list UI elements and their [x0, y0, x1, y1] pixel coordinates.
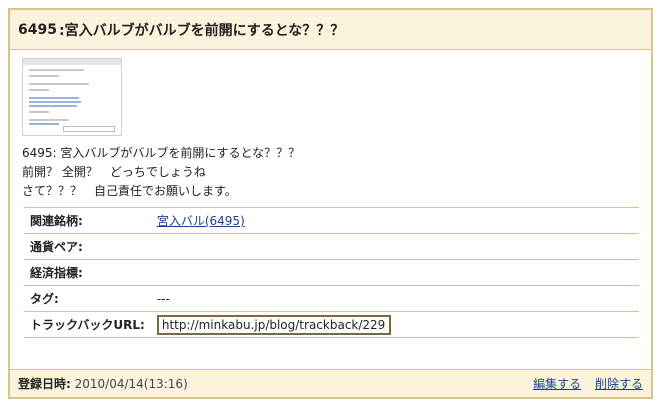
tags-label: タグ:	[24, 285, 151, 312]
content-line: 6495: 宮入バルブがバルブを前開にするとな？？？	[22, 146, 301, 160]
delete-link[interactable]: 削除する	[595, 377, 643, 391]
trackback-url-field[interactable]	[156, 314, 391, 335]
entry-body: 6495: 宮入バルブがバルブを前開にするとな？？？ 前開？ 全開？ どっちでし…	[10, 50, 651, 338]
meta-row-indicator: 経済指標:	[24, 259, 639, 286]
economic-indicator-label: 経済指標:	[24, 259, 151, 286]
content-line: さて？？？ 自己責任でお願いします。	[22, 184, 237, 198]
entry-number: 6495	[18, 21, 57, 38]
content-line: 前開？ 全開？ どっちでしょうね	[22, 165, 206, 179]
entry-content: 6495: 宮入バルブがバルブを前開にするとな？？？ 前開？ 全開？ どっちでし…	[22, 144, 641, 201]
tags-value: ---	[150, 285, 639, 312]
meta-row-currency: 通貨ペア:	[24, 233, 639, 260]
meta-row-trackback: トラックバックURL:	[24, 311, 639, 338]
related-stock-label: 関連銘柄:	[24, 207, 151, 234]
currency-pair-label: 通貨ペア:	[24, 233, 151, 260]
edit-link[interactable]: 編集する	[533, 377, 581, 391]
posted-date-label: 登録日時:	[18, 377, 71, 391]
entry-title: 6495 :宮入バルブがバルブを前開にするとな？？？	[10, 10, 651, 50]
meta-row-tags: タグ: ---	[24, 285, 639, 312]
trackback-url-label: トラックバックURL:	[24, 311, 151, 338]
entry-meta-table: 関連銘柄: 宮入バル(6495) 通貨ペア: 経済指標: タグ: --- トラッ…	[24, 207, 639, 338]
related-stock-link[interactable]: 宮入バル(6495)	[157, 214, 245, 228]
entry-title-text: :宮入バルブがバルブを前開にするとな？？？	[58, 22, 345, 39]
meta-row-related: 関連銘柄: 宮入バル(6495)	[24, 207, 639, 234]
entry-footer: 登録日時: 2010/04/14(13:16) 編集する 削除する	[10, 369, 651, 397]
currency-pair-value	[150, 233, 639, 260]
blog-entry-panel: 6495 :宮入バルブがバルブを前開にするとな？？？ 6495: 宮入バルブがバ…	[8, 8, 653, 399]
posted-date-value: 2010/04/14(13:16)	[74, 377, 188, 391]
economic-indicator-value	[150, 259, 639, 286]
screenshot-thumbnail[interactable]	[22, 58, 122, 136]
